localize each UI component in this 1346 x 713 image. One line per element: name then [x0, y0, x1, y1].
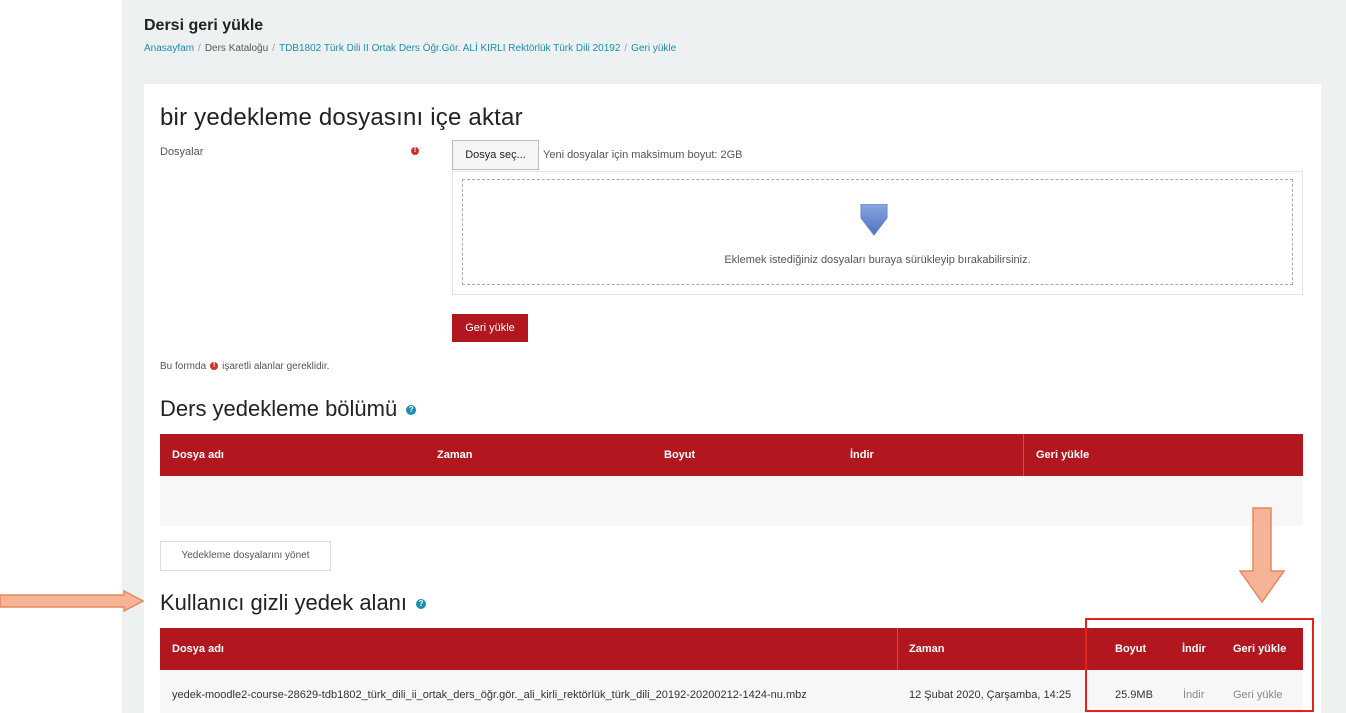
column-time: Zaman — [909, 643, 945, 655]
column-time: Zaman — [437, 449, 473, 461]
course-backup-title: Ders yedekleme bölümü — [160, 396, 398, 421]
breadcrumb-restore[interactable]: Geri yükle — [631, 43, 676, 54]
column-size: Boyut — [664, 449, 696, 461]
empty-table-row — [160, 476, 1303, 526]
help-icon[interactable]: ? — [406, 405, 417, 416]
breadcrumb-home[interactable]: Anasayfam — [144, 43, 194, 54]
column-restore: Geri yükle — [1036, 449, 1090, 461]
backup-filename: yedek-moodle2-course-28629-tdb1802_türk_… — [172, 689, 807, 701]
course-backup-table-header: Dosya adı Zaman Boyut İndir Geri yükle — [160, 434, 1303, 476]
breadcrumb-course[interactable]: TDB1802 Türk Dili II Ortak Ders Öğr.Gör.… — [279, 43, 620, 54]
required-note: Bu formda! işaretli alanlar gereklidir. — [160, 361, 329, 372]
breadcrumb-separator: / — [272, 43, 275, 54]
annotation-arrow-right-icon — [0, 590, 144, 612]
drop-arrow-icon — [860, 204, 888, 236]
required-icon: ! — [210, 362, 219, 371]
choose-file-button[interactable]: Dosya seç... — [452, 140, 539, 170]
max-size-note: Yeni dosyalar için maksimum boyut: 2GB — [543, 149, 743, 161]
breadcrumb-separator: / — [198, 43, 201, 54]
user-backup-title: Kullanıcı gizli yedek alanı — [160, 590, 408, 615]
user-backup-heading: Kullanıcı gizli yedek alanı? — [160, 590, 427, 616]
highlight-box — [1085, 618, 1314, 712]
column-divider — [1023, 434, 1024, 476]
required-icon: ! — [411, 147, 419, 155]
import-heading: bir yedekleme dosyasını içe aktar — [160, 104, 523, 131]
breadcrumb: Anasayfam / Ders Kataloğu / TDB1802 Türk Dil… — [144, 43, 676, 54]
help-icon[interactable]: ? — [416, 599, 427, 610]
manage-backups-button[interactable]: Yedekleme dosyalarını yönet — [160, 541, 331, 571]
dropzone-text: Eklemek istediğiniz dosyaları buraya sür… — [724, 254, 1031, 266]
column-download: İndir — [850, 449, 874, 461]
backup-time: 12 Şubat 2020, Çarşamba, 14:25 — [909, 689, 1072, 701]
breadcrumb-separator: / — [624, 43, 628, 54]
required-note-after: işaretli alanlar gereklidir. — [222, 361, 330, 372]
page-header — [122, 0, 1346, 84]
column-divider — [897, 628, 898, 670]
breadcrumb-catalog: Ders Kataloğu — [204, 43, 269, 54]
column-filename: Dosya adı — [172, 449, 224, 461]
course-backup-heading: Ders yedekleme bölümü? — [160, 396, 417, 422]
files-label: Dosyalar — [160, 146, 204, 158]
annotation-arrow-down-icon — [1239, 507, 1285, 603]
page-title: Dersi geri yükle — [144, 17, 264, 34]
column-filename: Dosya adı — [172, 643, 224, 655]
restore-button[interactable]: Geri yükle — [452, 314, 528, 342]
required-note-before: Bu formda — [160, 361, 207, 372]
